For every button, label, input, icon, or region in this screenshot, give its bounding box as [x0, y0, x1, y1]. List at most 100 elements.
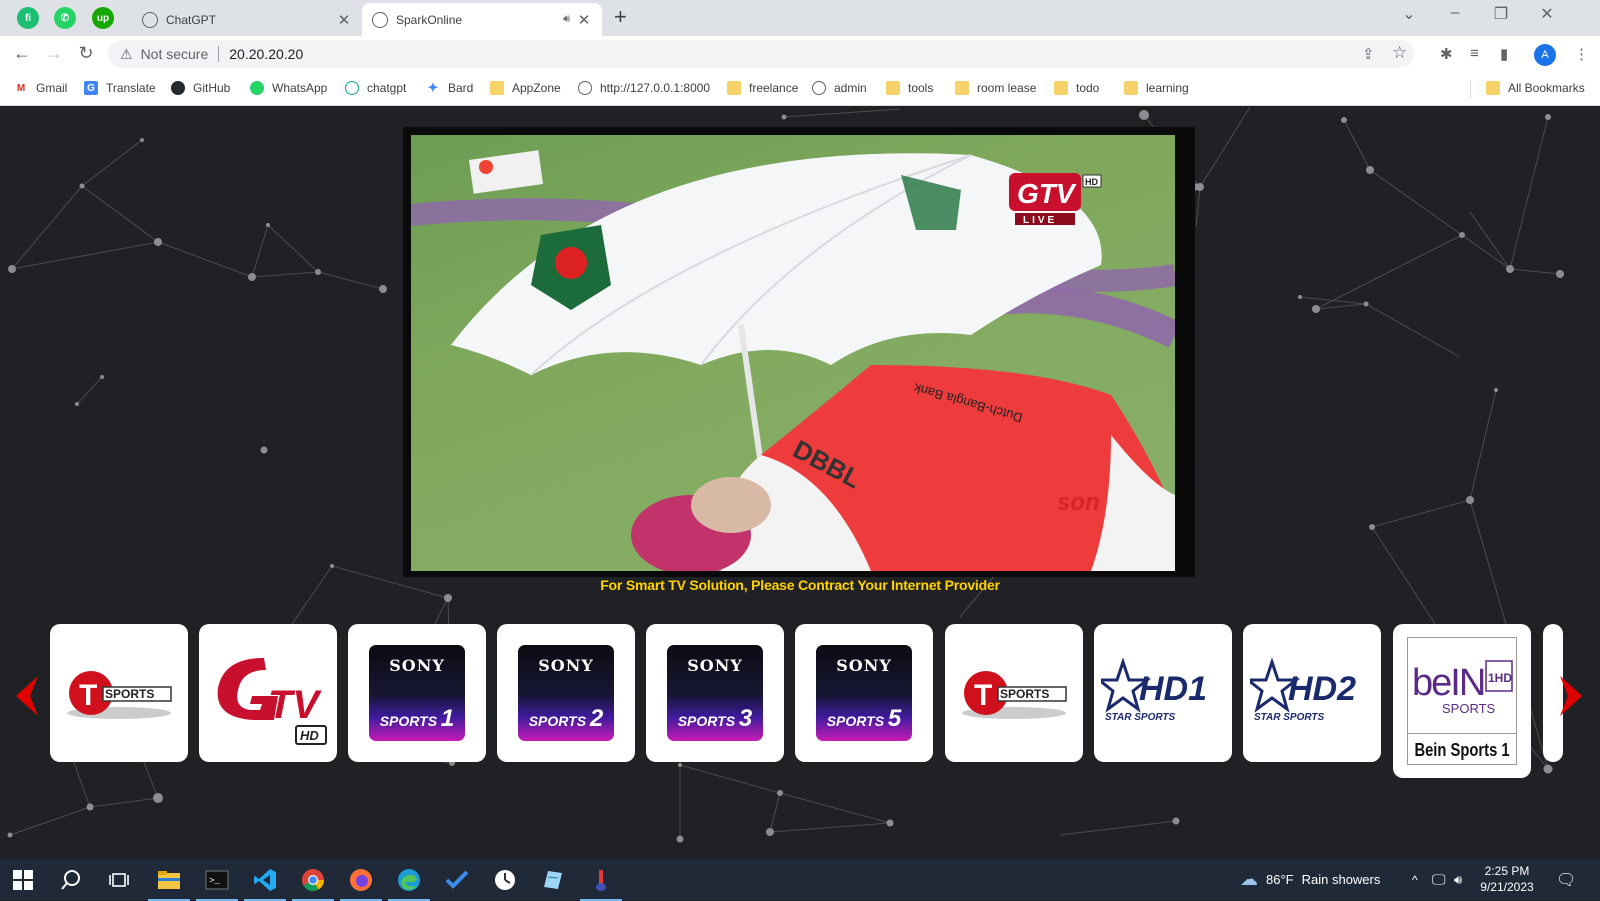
paint-icon[interactable]: [580, 867, 622, 901]
channel-card-sony-sports-1[interactable]: SONY SPORTS 1: [348, 624, 486, 762]
search-icon[interactable]: [58, 867, 84, 893]
channel-card-sony-sports-5[interactable]: SONY SPORTS 5: [795, 624, 933, 762]
bookmark-tools[interactable]: tools: [886, 81, 933, 95]
logo-brand: SONY: [538, 656, 594, 675]
star-icon[interactable]: ☆: [1392, 43, 1407, 63]
weather-widget[interactable]: ☁ 86°F Rain showers: [1240, 859, 1380, 900]
divider: [218, 46, 220, 62]
bookmark-freelance[interactable]: freelance: [727, 81, 798, 95]
reading-list-icon[interactable]: ≡: [1470, 45, 1479, 62]
edge-icon[interactable]: [388, 867, 430, 901]
upwork-icon: up: [96, 12, 110, 24]
chatgpt-icon: [345, 81, 359, 95]
channel-card-star-sports-hd1[interactable]: HD1 STAR SPORTS: [1094, 624, 1232, 762]
sony-sports-logo: SONY SPORTS 2: [518, 645, 614, 741]
share-icon[interactable]: ⇪: [1362, 45, 1375, 63]
bookmark-label: All Bookmarks: [1508, 81, 1585, 95]
bookmark-room-lease[interactable]: room lease: [955, 81, 1036, 95]
bookmark-github[interactable]: GitHub: [171, 81, 230, 95]
close-icon[interactable]: ✕: [574, 11, 594, 29]
task-view-icon[interactable]: [106, 867, 132, 893]
vscode-icon[interactable]: [244, 867, 286, 901]
bookmark-gmail[interactable]: M Gmail: [14, 81, 68, 95]
show-hidden-icons[interactable]: ^: [1412, 859, 1418, 900]
logo-number: 2: [589, 705, 604, 732]
bookmark-label: todo: [1076, 81, 1100, 95]
notepad-icon[interactable]: [540, 867, 566, 893]
channel-card-tsports[interactable]: T SPORTS: [50, 624, 188, 762]
folder-icon: [1124, 81, 1138, 95]
channel-card-star-sports-hd2[interactable]: HD2 STAR SPORTS: [1243, 624, 1381, 762]
tab-chatgpt[interactable]: ChatGPT ✕: [132, 3, 362, 36]
forward-button[interactable]: →: [42, 43, 66, 64]
svg-text:GTV: GTV: [1017, 178, 1077, 209]
bookmark-admin[interactable]: admin: [812, 81, 867, 95]
back-button[interactable]: ←: [10, 43, 34, 64]
close-window-button[interactable]: ✕: [1524, 4, 1570, 24]
prev-arrow-icon[interactable]: [12, 674, 42, 718]
logo-badge: 1HD: [1488, 671, 1512, 685]
bookmark-appzone[interactable]: AppZone: [490, 81, 561, 95]
bookmark-chatgpt[interactable]: chatgpt: [345, 81, 406, 95]
chrome-icon[interactable]: [292, 867, 334, 901]
close-icon[interactable]: ✕: [334, 11, 354, 29]
tsports-logo: T SPORTS: [962, 671, 1067, 719]
menu-icon[interactable]: ⋮: [1574, 45, 1589, 63]
address-bar[interactable]: ⚠ Not secure 20.20.20.20: [108, 40, 1414, 68]
pinned-tab-fiverr[interactable]: fi: [17, 7, 39, 29]
logo-sub: STAR SPORTS: [1254, 712, 1325, 723]
volume-icon[interactable]: 🔊︎: [1454, 859, 1462, 900]
speaker-icon[interactable]: 🔊︎: [563, 13, 570, 26]
pinned-tab-whatsapp[interactable]: ✆: [54, 7, 76, 29]
avatar[interactable]: A: [1534, 44, 1556, 66]
tab-sparkonline[interactable]: SparkOnline 🔊︎ ✕: [362, 3, 602, 36]
sony-sports-logo: SONY SPORTS 5: [816, 645, 912, 741]
translate-icon: G: [84, 81, 98, 95]
pinned-tab-upwork[interactable]: up: [92, 7, 114, 29]
minimize-button[interactable]: –: [1432, 4, 1478, 22]
bookmark-learning[interactable]: learning: [1124, 81, 1189, 95]
next-arrow-icon[interactable]: [1556, 674, 1586, 718]
logo-brand: SONY: [687, 656, 743, 675]
bookmark-translate[interactable]: G Translate: [84, 81, 156, 95]
firefox-icon[interactable]: [340, 867, 382, 901]
video-frame[interactable]: DBBL Dutch-Bangla Bank son GTV HD LIVE: [411, 135, 1175, 571]
logo-line: SPORTS: [379, 713, 438, 729]
bookmark-localhost[interactable]: http://127.0.0.1:8000: [578, 81, 710, 95]
channel-card-gtv[interactable]: TV HD: [199, 624, 337, 762]
channel-carousel: T SPORTS TV HD SONY SPORTS 1 SONY SPORTS…: [0, 618, 1600, 778]
channel-card-sony-sports-2[interactable]: SONY SPORTS 2: [497, 624, 635, 762]
security-label[interactable]: Not secure: [141, 46, 209, 62]
network-icon[interactable]: 🖵︎: [1432, 859, 1446, 900]
logo-sub: SPORTS: [1442, 701, 1496, 716]
tab-title: SparkOnline: [396, 12, 463, 27]
clock[interactable]: 2:25 PM 9/21/2023: [1474, 863, 1540, 895]
new-tab-button[interactable]: +: [614, 4, 627, 30]
bookmark-whatsapp[interactable]: WhatsApp: [250, 81, 327, 95]
warning-icon[interactable]: ⚠: [120, 46, 133, 63]
notifications-icon[interactable]: 🗨︎: [1556, 859, 1576, 900]
folder-icon: [955, 81, 969, 95]
url-text[interactable]: 20.20.20.20: [229, 46, 303, 62]
bein-sports-logo: beIN 1HD SPORTS Bein Sports 1: [1407, 637, 1517, 765]
start-icon[interactable]: [10, 867, 36, 893]
restore-button[interactable]: ❐: [1478, 4, 1524, 24]
todo-icon[interactable]: [444, 867, 470, 893]
video-player[interactable]: DBBL Dutch-Bangla Bank son GTV HD LIVE: [403, 127, 1195, 577]
bookmark-todo[interactable]: todo: [1054, 81, 1099, 95]
side-panel-icon[interactable]: ▮: [1500, 45, 1508, 63]
extensions-icon[interactable]: ✱: [1440, 45, 1453, 63]
clock-app-icon[interactable]: [492, 867, 518, 893]
channel-card-bein-sports-1[interactable]: beIN 1HD SPORTS Bein Sports 1: [1393, 624, 1531, 778]
bookmark-bard[interactable]: ✦ Bard: [426, 80, 474, 95]
file-explorer-icon[interactable]: [148, 867, 190, 901]
bard-icon: ✦: [427, 80, 439, 95]
channel-card-sony-sports-3[interactable]: SONY SPORTS 3: [646, 624, 784, 762]
terminal-icon[interactable]: >_: [196, 867, 238, 901]
channel-card-tsports[interactable]: T SPORTS: [945, 624, 1083, 762]
provider-notice: For Smart TV Solution, Please Contract Y…: [600, 577, 1000, 593]
tab-search-icon[interactable]: ⌄: [1386, 4, 1432, 24]
all-bookmarks[interactable]: All Bookmarks: [1486, 81, 1585, 95]
channel-live-logo: GTV HD LIVE: [1007, 171, 1103, 229]
reload-button[interactable]: ↻: [74, 43, 98, 64]
